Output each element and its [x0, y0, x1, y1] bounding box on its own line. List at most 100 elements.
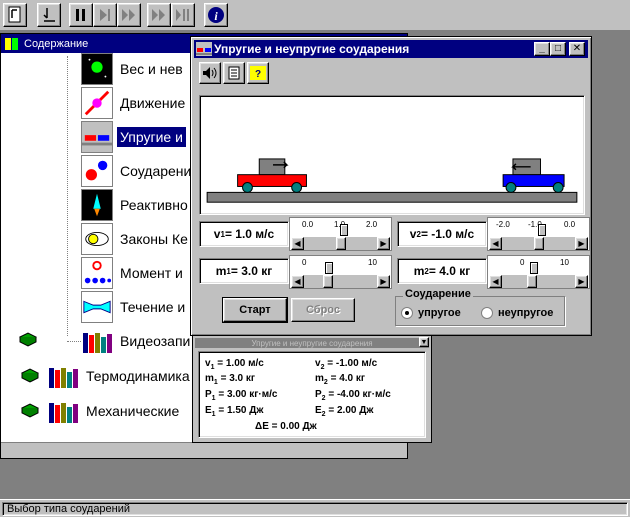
close-button[interactable]: ✕	[569, 42, 585, 56]
closed-book-icon	[21, 368, 39, 383]
books-icon	[83, 333, 112, 353]
v2-slider-thumb[interactable]	[538, 224, 546, 236]
collision-thumb-icon	[81, 121, 113, 153]
weight-thumb-icon	[81, 53, 113, 85]
v1-decrease-button[interactable]: ◀	[291, 237, 304, 250]
m1-decrease-button[interactable]: ◀	[291, 275, 304, 288]
m2-slider-thumb[interactable]	[530, 262, 539, 274]
tree-item-flow[interactable]: Течение и	[81, 290, 188, 324]
results-titlebar[interactable]: Упругие и неупругие соударения	[195, 338, 429, 348]
dialog-titlebar[interactable]: Упругие и неупругие соударения _ □ ✕	[194, 40, 588, 58]
contents-icon	[5, 37, 18, 50]
tree-group-mechanical[interactable]: Механические	[21, 394, 182, 428]
results-menu-button[interactable]: ▼	[419, 337, 429, 347]
tree-horizontal-scrollbar[interactable]	[1, 442, 407, 458]
tree-item-elastic[interactable]: Упругие и	[81, 120, 186, 154]
help-button[interactable]: ?	[247, 62, 269, 84]
book-button[interactable]	[3, 3, 27, 27]
radio-inelastic[interactable]: неупругое	[481, 307, 553, 319]
v2-increase-button[interactable]: ▶	[575, 237, 588, 250]
result-delta-e: ΔE = 0.00 Дж	[255, 421, 317, 432]
tree-item-video[interactable]: Видеозапи	[81, 324, 193, 358]
v1-scrollbar[interactable]: ◀ ▶	[291, 237, 390, 250]
m2-slider[interactable]: 0 10 ◀ ▶	[487, 255, 590, 289]
step-forward-button[interactable]	[93, 3, 117, 27]
exit-button[interactable]	[37, 3, 61, 27]
result-v1: v1 = 1.00 м/с	[205, 358, 264, 371]
tree-connector	[67, 341, 81, 342]
notes-button[interactable]	[223, 62, 245, 84]
m1-slider[interactable]: 0 10 ◀ ▶	[289, 255, 392, 289]
info-icon: i	[208, 7, 224, 23]
simulation-scene	[199, 95, 585, 215]
m1-scroll-thumb[interactable]	[322, 275, 333, 288]
closed-book-icon	[19, 332, 37, 347]
v1-field: v1 = 1.0 м/с	[199, 221, 289, 247]
status-text: Выбор типа соударений	[2, 502, 628, 516]
status-bar: Выбор типа соударений	[0, 499, 630, 517]
step-pause-button[interactable]	[171, 3, 195, 27]
arrow-left-icon: ◀	[294, 277, 301, 286]
v2-slider[interactable]: -2.0 -1.0 0.0 ◀ ▶	[487, 217, 590, 251]
fast-forward-icon	[122, 9, 135, 21]
fast-forward-button[interactable]	[117, 3, 141, 27]
books-icon	[49, 368, 78, 388]
m1-slider-thumb[interactable]	[324, 262, 333, 274]
v2-scroll-thumb[interactable]	[533, 237, 544, 250]
m1-increase-button[interactable]: ▶	[377, 275, 390, 288]
arrow-right-icon: ▶	[380, 239, 387, 248]
reset-button[interactable]: Сброс	[291, 298, 355, 322]
cart-2	[502, 158, 565, 193]
closed-book-icon	[21, 403, 39, 418]
arrow-right-icon: ▶	[380, 277, 387, 286]
arrow-left-icon: ◀	[294, 239, 301, 248]
books-icon	[49, 403, 78, 423]
v2-scrollbar[interactable]: ◀ ▶	[489, 237, 588, 250]
arrow-right-icon: ▶	[578, 239, 585, 248]
v1-slider[interactable]: 0.0 1.0 2.0 ◀ ▶	[289, 217, 392, 251]
results-window: Упругие и неупругие соударения ▼ v1 = 1.…	[192, 335, 432, 443]
result-e2: E2 = 2.00 Дж	[315, 405, 374, 418]
v1-scroll-thumb[interactable]	[335, 237, 346, 250]
m2-scroll-thumb[interactable]	[527, 275, 538, 288]
moment-thumb-icon	[81, 257, 113, 289]
result-m2: m2 = 4.0 кг	[315, 373, 366, 386]
tree-connector	[67, 56, 68, 336]
pause-button[interactable]	[69, 3, 93, 27]
tree-item-jet[interactable]: Реактивно	[81, 188, 191, 222]
sound-button[interactable]	[199, 62, 221, 84]
help-icon: ?	[250, 66, 266, 80]
tree-group-thermo[interactable]: Термодинамика	[21, 359, 193, 393]
document-icon	[228, 66, 240, 80]
tree-item-weight[interactable]: Вес и нев	[81, 52, 186, 86]
m2-decrease-button[interactable]: ◀	[489, 275, 502, 288]
collisions-thumb-icon	[81, 155, 113, 187]
v1-slider-thumb[interactable]	[340, 224, 348, 236]
radio-empty-icon	[481, 307, 493, 319]
collision-type-label: Соударение	[403, 288, 473, 300]
m1-scrollbar[interactable]: ◀ ▶	[291, 275, 390, 288]
start-button[interactable]: Старт	[222, 297, 288, 323]
v1-increase-button[interactable]: ▶	[377, 237, 390, 250]
exit-icon	[43, 8, 55, 22]
svg-text:?: ?	[255, 69, 261, 80]
minimize-button[interactable]: _	[534, 42, 550, 56]
dialog-app-icon	[196, 42, 212, 56]
result-e1: E1 = 1.50 Дж	[205, 405, 264, 418]
radio-elastic[interactable]: упругое	[401, 307, 461, 319]
tree-item-collisions[interactable]: Соударени	[81, 154, 194, 188]
tree-item-moment[interactable]: Момент и	[81, 256, 186, 290]
kepler-thumb-icon	[81, 223, 113, 255]
tree-item-kepler[interactable]: Законы Ке	[81, 222, 191, 256]
m2-increase-button[interactable]: ▶	[575, 275, 588, 288]
info-button[interactable]: i	[204, 3, 228, 27]
maximize-button[interactable]: □	[550, 42, 566, 56]
tree-item-motion[interactable]: Движение	[81, 86, 188, 120]
m1-field: m1 = 3.0 кг	[199, 258, 289, 284]
results-title: Упругие и неупругие соударения	[251, 338, 373, 348]
track	[206, 191, 578, 203]
close-icon: ✕	[572, 43, 582, 54]
m2-scrollbar[interactable]: ◀ ▶	[489, 275, 588, 288]
v2-decrease-button[interactable]: ◀	[489, 237, 502, 250]
step-button[interactable]	[147, 3, 171, 27]
